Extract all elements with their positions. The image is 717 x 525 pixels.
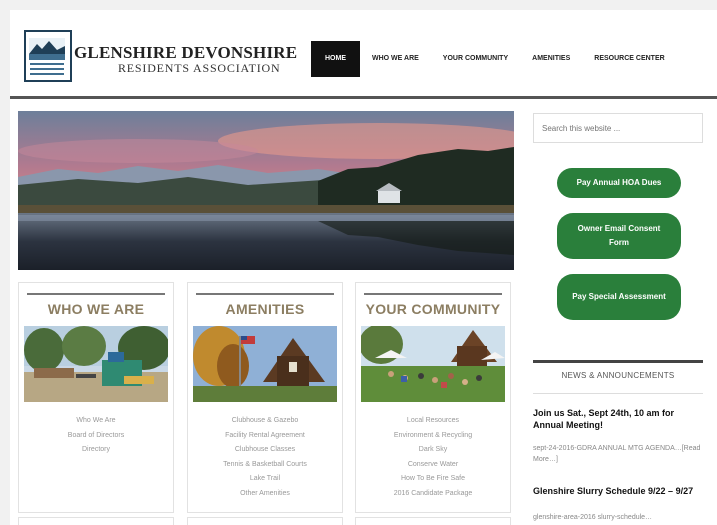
- link-who-we-are[interactable]: Who We Are: [19, 414, 173, 429]
- next-row-card: [187, 517, 343, 525]
- link-dark-sky[interactable]: Dark Sky: [356, 443, 510, 458]
- community-event-photo: [361, 326, 505, 402]
- card-title[interactable]: YOUR COMMUNITY: [356, 301, 510, 317]
- site-subtitle: RESIDENTS ASSOCIATION: [118, 61, 281, 75]
- news-divider: [533, 360, 703, 363]
- clubhouse-photo: [193, 326, 337, 402]
- card-divider: [196, 293, 334, 295]
- link-directory[interactable]: Directory: [19, 443, 173, 458]
- link-lake-trail[interactable]: Lake Trail: [188, 472, 342, 487]
- mountain-lake-logo-icon: [29, 38, 65, 60]
- who-we-are-card: WHO WE ARE Who We Are Board of Directors…: [18, 282, 174, 513]
- news-item-excerpt: glenshire-area-2016 slurry-schedule…: [533, 514, 653, 521]
- lake-landscape-image: [18, 111, 514, 270]
- nav-home[interactable]: HOME: [311, 41, 360, 77]
- card-divider: [364, 293, 502, 295]
- news-separator: [533, 393, 703, 394]
- hero-image: [18, 111, 514, 270]
- card-title[interactable]: WHO WE ARE: [19, 301, 173, 317]
- site-title[interactable]: GLENSHIRE DEVONSHIRE: [74, 43, 297, 63]
- news-item-excerpt: sept-24-2016-GDRA ANNUAL MTG AGENDA…[Rea…: [533, 445, 701, 463]
- page: GLENSHIRE DEVONSHIRE RESIDENTS ASSOCIATI…: [10, 10, 717, 525]
- card-links: Clubhouse & Gazebo Facility Rental Agree…: [188, 414, 342, 501]
- link-tennis-basketball[interactable]: Tennis & Basketball Courts: [188, 458, 342, 473]
- pay-annual-dues-button[interactable]: Pay Annual HOA Dues: [557, 168, 681, 198]
- nav-who-we-are[interactable]: WHO WE ARE: [360, 41, 431, 77]
- nav-your-community[interactable]: YOUR COMMUNITY: [431, 41, 520, 77]
- community-event-image: [361, 326, 505, 402]
- nav-resource-center[interactable]: RESOURCE CENTER: [582, 41, 676, 77]
- pay-special-assessment-button[interactable]: Pay Special Assessment: [557, 274, 681, 320]
- link-fire-safe[interactable]: How To Be Fire Safe: [356, 472, 510, 487]
- link-other-amenities[interactable]: Other Amenities: [188, 487, 342, 502]
- news-heading: NEWS & ANNOUNCEMENTS: [561, 371, 675, 380]
- site-logo[interactable]: [24, 30, 72, 82]
- your-community-card: YOUR COMMUNITY Local Resources Environme…: [355, 282, 511, 513]
- card-links: Who We Are Board of Directors Directory: [19, 414, 173, 458]
- link-board-of-directors[interactable]: Board of Directors: [19, 429, 173, 444]
- news-item-title[interactable]: Join us Sat., Sept 24th, 10 am for Annua…: [533, 407, 703, 431]
- card-divider: [27, 293, 165, 295]
- card-title[interactable]: AMENITIES: [188, 301, 342, 317]
- nav-amenities[interactable]: AMENITIES: [520, 41, 582, 77]
- link-clubhouse-classes[interactable]: Clubhouse Classes: [188, 443, 342, 458]
- site-header: GLENSHIRE DEVONSHIRE RESIDENTS ASSOCIATI…: [10, 10, 717, 96]
- main-nav: HOME WHO WE ARE YOUR COMMUNITY AMENITIES…: [311, 41, 677, 77]
- card-links: Local Resources Environment & Recycling …: [356, 414, 510, 501]
- next-row-card: [18, 517, 174, 525]
- next-row-card: [355, 517, 511, 525]
- link-environment-recycling[interactable]: Environment & Recycling: [356, 429, 510, 444]
- link-candidate-package[interactable]: 2016 Candidate Package: [356, 487, 510, 502]
- news-item-title[interactable]: Glenshire Slurry Schedule 9/22 – 9/27: [533, 485, 703, 497]
- link-facility-rental[interactable]: Facility Rental Agreement: [188, 429, 342, 444]
- owner-email-consent-button[interactable]: Owner Email Consent Form: [557, 213, 681, 259]
- logo-lines: [30, 63, 64, 75]
- amenities-card: AMENITIES Clubhouse & Gazebo Facility Re…: [187, 282, 343, 513]
- header-divider: [10, 96, 717, 99]
- playground-image: [24, 326, 168, 402]
- link-local-resources[interactable]: Local Resources: [356, 414, 510, 429]
- clubhouse-image: [193, 326, 337, 402]
- link-conserve-water[interactable]: Conserve Water: [356, 458, 510, 473]
- link-clubhouse-gazebo[interactable]: Clubhouse & Gazebo: [188, 414, 342, 429]
- search-input[interactable]: [533, 113, 703, 143]
- playground-photo: [24, 326, 168, 402]
